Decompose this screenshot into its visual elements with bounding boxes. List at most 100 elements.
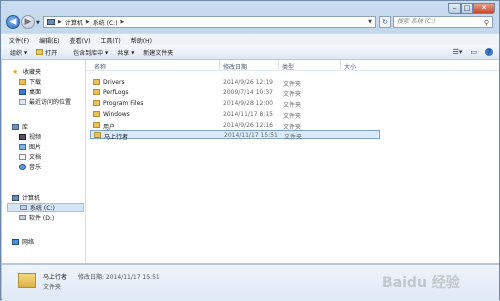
search-icon[interactable]: ⚲	[484, 18, 489, 28]
open-label: 打开	[45, 49, 58, 57]
nav-network-label: 网络	[22, 239, 35, 246]
breadcrumb-drive-c[interactable]: 系统 (C:)	[93, 18, 118, 27]
breadcrumb-separator[interactable]: ▶	[86, 19, 90, 25]
nav-downloads-label: 下载	[29, 79, 42, 86]
share-label: 共享	[117, 49, 130, 57]
nav-libraries[interactable]: 库	[12, 122, 28, 131]
recent-pages-dropdown[interactable]: ▼	[36, 20, 40, 26]
details-type: 文件夹	[43, 284, 62, 291]
folder-icon	[93, 122, 100, 128]
toolbar-right: ☰▾ ▭ ?	[445, 48, 493, 56]
file-row[interactable]: PerfLogs 2009/7/14 10:37 文件夹	[90, 88, 380, 98]
nav-music[interactable]: 音乐	[19, 162, 41, 171]
file-name: PerfLogs	[103, 89, 129, 96]
nav-computer[interactable]: 计算机	[12, 193, 40, 202]
column-divider[interactable]	[278, 60, 279, 70]
column-size[interactable]: 大小	[344, 62, 356, 71]
menu-file[interactable]: 文件(F)	[9, 36, 29, 45]
organize-button[interactable]: 组织 ▼	[10, 48, 27, 57]
file-date: 2014/9/26 12:19	[223, 79, 273, 86]
document-icon	[19, 153, 26, 160]
preview-pane-icon[interactable]: ▭	[470, 48, 477, 56]
menu-help[interactable]: 帮助(H)	[131, 36, 152, 45]
nav-drive-c[interactable]: 系统 (C:)	[7, 203, 84, 212]
column-type[interactable]: 类型	[282, 62, 294, 71]
file-type: 文件夹	[283, 91, 302, 98]
include-label: 包含到库中	[73, 49, 104, 57]
nav-favorites[interactable]: ★ 收藏夹	[12, 67, 42, 77]
address-row: ◀ ▶ ▼ ▶ 计算机 ▶ 系统 (C:) ▶ ▼ ↻ 搜索 系统 (C:) ⚲	[1, 13, 499, 32]
nav-videos-label: 视频	[29, 134, 42, 141]
nav-computer-label: 计算机	[22, 195, 41, 202]
column-divider[interactable]	[219, 60, 220, 70]
nav-desktop-label: 桌面	[29, 89, 42, 96]
file-name: Drivers	[103, 79, 125, 86]
file-date: 2014/11/17 15:51	[224, 132, 278, 139]
nav-documents[interactable]: 文档	[19, 152, 41, 161]
file-type: 文件夹	[283, 102, 302, 109]
details-modified: 修改日期: 2014/11/17 15:51	[78, 274, 160, 281]
file-row[interactable]: 用户 2014/9/26 12:16 文件夹	[90, 121, 380, 131]
column-modified[interactable]: 修改日期	[223, 62, 247, 71]
address-bar[interactable]: ▶ 计算机 ▶ 系统 (C:) ▶ ▼	[43, 16, 376, 28]
watermark: Baidu 经验	[382, 275, 460, 291]
chevron-down-icon: ▼	[105, 49, 109, 55]
network-icon	[12, 238, 19, 245]
breadcrumb-separator[interactable]: ▶	[121, 19, 125, 25]
menu-view[interactable]: 查看(V)	[70, 36, 91, 45]
address-dropdown[interactable]: ▼	[368, 19, 372, 25]
folder-icon	[36, 49, 44, 55]
breadcrumb-separator[interactable]: ▶	[58, 19, 62, 25]
nav-pictures[interactable]: 图片	[19, 142, 41, 151]
file-row[interactable]: Drivers 2014/9/26 12:19 文件夹	[90, 78, 380, 88]
nav-network[interactable]: 网络	[12, 237, 34, 246]
chevron-down-icon: ▼	[24, 49, 28, 55]
navigation-pane: ★ 收藏夹 下载 桌面 最近访问的位置 库 视频 图片 文档 音乐 计算机 系统…	[2, 60, 86, 263]
details-name: 马上行者	[43, 274, 68, 281]
nav-desktop[interactable]: 桌面	[19, 87, 41, 96]
computer-icon	[12, 194, 19, 201]
nav-recent[interactable]: 最近访问的位置	[19, 97, 71, 106]
new-folder-button[interactable]: 新建文件夹	[143, 48, 173, 57]
downloads-folder-icon	[19, 78, 26, 85]
search-input[interactable]: 搜索 系统 (C:) ⚲	[393, 16, 493, 28]
file-date: 2014/9/28 12:00	[223, 100, 273, 107]
breadcrumb-computer[interactable]: 计算机	[65, 18, 83, 27]
column-divider[interactable]	[340, 60, 341, 70]
menu-edit[interactable]: 编辑(E)	[39, 36, 59, 45]
folder-icon	[18, 273, 36, 288]
video-icon	[19, 133, 26, 140]
nav-favorites-label: 收藏夹	[23, 69, 42, 76]
file-row[interactable]: Windows 2014/11/17 8:15 文件夹	[90, 110, 380, 120]
nav-videos[interactable]: 视频	[19, 132, 41, 141]
library-icon	[12, 123, 19, 130]
back-button[interactable]: ◀	[6, 15, 20, 29]
include-in-library-button[interactable]: 包含到库中 ▼	[73, 48, 108, 57]
nav-downloads[interactable]: 下载	[19, 77, 41, 86]
folder-icon	[94, 132, 101, 138]
help-icon[interactable]: ?	[485, 48, 493, 56]
forward-button[interactable]: ▶	[21, 15, 35, 29]
menu-tools[interactable]: 工具(T)	[100, 36, 120, 45]
column-name[interactable]: 名称	[94, 62, 106, 71]
folder-icon	[93, 79, 100, 85]
details-pane: 马上行者 修改日期: 2014/11/17 15:51 文件夹 Baidu 经验	[2, 264, 499, 301]
view-options-icon[interactable]: ☰▾	[453, 48, 463, 56]
folder-icon	[93, 89, 100, 95]
refresh-button[interactable]: ↻	[379, 16, 391, 28]
recent-places-icon	[19, 98, 26, 105]
drive-icon	[20, 205, 27, 210]
file-row[interactable]: Program Files 2014/9/28 12:00 文件夹	[90, 99, 380, 109]
picture-icon	[19, 143, 26, 150]
folder-icon	[93, 100, 100, 106]
nav-drive-d[interactable]: 软件 (D:)	[19, 213, 54, 222]
share-button[interactable]: 共享 ▼	[117, 48, 134, 57]
open-button[interactable]: 打开	[36, 48, 57, 57]
file-row-selected[interactable]: 马上行者 2014/11/17 15:51 文件夹	[90, 130, 380, 141]
computer-icon	[47, 19, 55, 25]
file-date: 2014/9/26 12:16	[223, 122, 273, 129]
folder-icon	[93, 111, 100, 117]
star-icon: ★	[12, 67, 19, 76]
file-name: Windows	[103, 111, 130, 118]
new-folder-label: 新建文件夹	[143, 49, 174, 57]
